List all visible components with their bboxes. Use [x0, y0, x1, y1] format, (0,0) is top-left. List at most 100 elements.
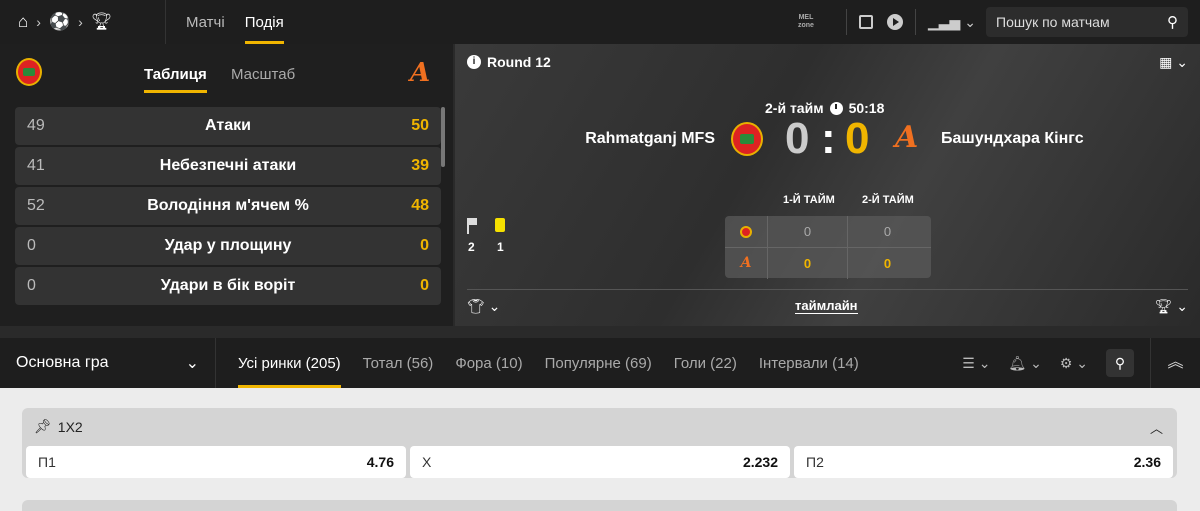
- lineup-menu-button[interactable]: 👕︎ ⌄: [467, 298, 500, 315]
- round-text: Round 12: [487, 54, 551, 70]
- bar-chart-icon: ▁▃▅: [927, 13, 961, 30]
- chevron-down-icon: ⌄: [185, 355, 199, 372]
- top-bar: ⌂ › ⚽ › 🏆︎ Матчі Подія MEL zone ▁▃▅ ⌄ ⚲: [0, 0, 1200, 44]
- odds-button[interactable]: П1 4.76: [26, 446, 406, 478]
- team1-name: Rahmatganj MFS: [585, 130, 715, 147]
- search-box: ⚲: [986, 7, 1188, 37]
- chevron-down-icon: ⌄: [964, 13, 976, 30]
- home-icon[interactable]: ⌂: [18, 12, 28, 32]
- stat-right-value: 39: [411, 157, 429, 174]
- divider: [845, 9, 847, 35]
- stat-row: 41 Небезпечні атаки 39: [15, 147, 441, 185]
- stats-menu-button[interactable]: ▁▃▅ ⌄: [928, 14, 976, 31]
- odds-button[interactable]: X 2.232: [410, 446, 790, 478]
- tab-all-markets[interactable]: Усі ринки (205): [238, 338, 341, 388]
- tab-total[interactable]: Тотал (56): [363, 338, 434, 388]
- team2-logo: A: [740, 255, 752, 271]
- shirt-icon: 👕︎: [467, 298, 485, 314]
- tab-event[interactable]: Подія: [244, 0, 284, 44]
- scoreboard: i Round 12 ▦ ⌄ 2-й тайм 50:18 Rahmatganj…: [455, 44, 1200, 326]
- tab-intervals[interactable]: Інтервали (14): [759, 338, 859, 388]
- tournament-menu-button[interactable]: 🏆︎ ⌄: [1155, 298, 1188, 315]
- halves-table: 0 0 A 0 0: [725, 216, 931, 279]
- market-group-dropdown[interactable]: Основна гра ⌄: [0, 338, 216, 388]
- stat-right-value: 0: [420, 277, 429, 294]
- halves-row: A 0 0: [725, 247, 931, 279]
- info-icon[interactable]: i: [467, 55, 481, 69]
- team2-logo: A: [895, 120, 919, 155]
- football-icon[interactable]: ⚽: [49, 12, 70, 32]
- team1-logo: [16, 58, 42, 86]
- chevron-right-icon: ›: [78, 14, 83, 30]
- collapse-icon[interactable]: ︽: [1150, 338, 1200, 388]
- screen-icon[interactable]: [858, 15, 873, 29]
- outcome-label: П1: [38, 454, 56, 470]
- tab-matches[interactable]: Матчі: [186, 0, 225, 44]
- market-bar: Основна гра ⌄ Усі ринки (205) Тотал (56)…: [0, 338, 1200, 388]
- stat-left-value: 49: [27, 117, 45, 134]
- stat-left-value: 52: [27, 197, 45, 214]
- list-view-button[interactable]: ☰ ⌄: [962, 355, 990, 372]
- team2-score: 0: [845, 114, 870, 163]
- yellow-cards-count: 1: [497, 240, 504, 254]
- halves-row: 0 0: [725, 216, 931, 247]
- half-score: 0: [847, 216, 927, 247]
- team1-score: 0: [785, 114, 810, 163]
- play-icon[interactable]: [886, 14, 903, 30]
- stat-left-value: 0: [27, 277, 36, 294]
- round-label: i Round 12: [467, 54, 551, 70]
- half-score: 0: [767, 247, 847, 279]
- calendar-menu-button[interactable]: ▦ ⌄: [1159, 54, 1188, 71]
- trophy-icon[interactable]: 🏆︎: [91, 12, 113, 32]
- breadcrumb: ⌂ › ⚽ › 🏆︎: [0, 0, 166, 44]
- outcome-label: П2: [806, 454, 824, 470]
- mel-zone-button[interactable]: MEL zone: [796, 14, 816, 30]
- half-score: 0: [847, 247, 927, 279]
- timeline-link[interactable]: таймлайн: [795, 298, 858, 314]
- stat-name: Небезпечні атаки: [159, 157, 297, 174]
- corners-count: 2: [468, 240, 475, 254]
- search-icon[interactable]: ⚲: [1106, 349, 1134, 377]
- half2-header: 2-Й ТАЙМ: [862, 194, 914, 206]
- search-input[interactable]: [996, 14, 1156, 30]
- bell-icon[interactable]: 🔔︎ ⌄: [1008, 355, 1041, 372]
- trophy-icon: 🏆︎: [1154, 298, 1173, 314]
- clock-icon: [829, 101, 843, 115]
- chevron-down-icon: ⌄: [488, 298, 501, 314]
- tab-handicap[interactable]: Фора (10): [455, 338, 522, 388]
- market-card: [22, 500, 1177, 511]
- pin-icon[interactable]: 📌︎: [34, 418, 52, 435]
- chevron-right-icon: ›: [36, 14, 41, 30]
- tab-goals[interactable]: Голи (22): [674, 338, 737, 388]
- tab-scale[interactable]: Масштаб: [231, 66, 295, 83]
- search-icon[interactable]: ⚲: [1167, 13, 1178, 31]
- divider: [914, 9, 916, 35]
- gear-icon[interactable]: ⚙ ⌄: [1060, 355, 1088, 372]
- half1-header: 1-Й ТАЙМ: [783, 194, 835, 206]
- team1-logo: [740, 225, 752, 238]
- stat-left-value: 41: [27, 157, 45, 174]
- outcome-label: X: [422, 454, 432, 470]
- score-separator: :: [821, 114, 836, 163]
- stat-right-value: 50: [411, 117, 429, 134]
- team2-logo: A: [410, 58, 431, 88]
- scrollbar[interactable]: [441, 107, 445, 167]
- stat-name: Володіння м'ячем %: [147, 197, 309, 214]
- stat-row: 0 Удар у площину 0: [15, 227, 441, 265]
- outcome-odds: 4.76: [366, 454, 394, 470]
- market-title: 1X2: [57, 418, 83, 435]
- market-tabs: Усі ринки (205) Тотал (56) Фора (10) Поп…: [216, 338, 859, 388]
- outcome-odds: 2.232: [742, 454, 778, 470]
- market-header[interactable]: 📌︎ 1X2: [34, 418, 83, 435]
- odds-area: 📌︎ 1X2 ︿ П1 4.76 X 2.232 П2 2.36: [0, 388, 1200, 511]
- outcome-odds: 2.36: [1133, 454, 1161, 470]
- tab-table[interactable]: Таблиця: [144, 66, 207, 93]
- odds-button[interactable]: П2 2.36: [794, 446, 1173, 478]
- stat-right-value: 0: [420, 237, 429, 254]
- divider: [467, 289, 1188, 290]
- market-card: 📌︎ 1X2 ︿ П1 4.76 X 2.232 П2 2.36: [22, 408, 1177, 478]
- chevron-up-icon[interactable]: ︿: [1150, 418, 1163, 437]
- stats-panel: Таблиця Масштаб A 49 Атаки 50 41 Небезпе…: [0, 44, 453, 326]
- market-group-label: Основна гра: [16, 354, 109, 371]
- tab-popular[interactable]: Популярне (69): [545, 338, 652, 388]
